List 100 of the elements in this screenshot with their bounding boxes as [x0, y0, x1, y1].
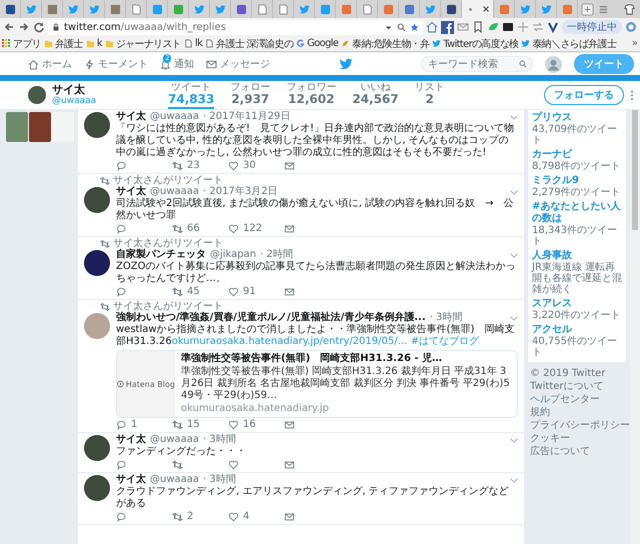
profile-icon[interactable]: [623, 2, 636, 16]
link[interactable]: okumuraosaka.hatenadiary.jp/entry/2019/05/…: [172, 336, 408, 347]
new-tab-icon[interactable]: [581, 2, 594, 16]
trend-link[interactable]: プリウス: [532, 112, 622, 124]
tweet-time[interactable]: · 2017年3月2日: [203, 186, 278, 198]
trend-link[interactable]: カーナビ: [532, 149, 622, 161]
author-name[interactable]: サイ太: [116, 186, 146, 198]
retweet-action[interactable]: 66: [172, 223, 228, 234]
nav-link[interactable]: モーメント: [84, 57, 148, 71]
tweet-time[interactable]: · 2017年11月29日: [203, 111, 290, 123]
like-action[interactable]: 91: [228, 286, 284, 297]
envelope-icon[interactable]: [284, 224, 295, 234]
chevron-icon[interactable]: [510, 438, 518, 442]
v-icon[interactable]: [547, 21, 559, 33]
bookmark-item[interactable]: 泰納:危険生物・弁: [341, 36, 430, 50]
envelope-icon[interactable]: [284, 420, 295, 430]
avatar-photo[interactable]: [84, 435, 110, 461]
trend-link[interactable]: ミラクル9: [532, 175, 622, 187]
like-action[interactable]: 30: [228, 160, 284, 171]
chevron-icon[interactable]: [510, 316, 518, 320]
avatar-photo[interactable]: [84, 112, 110, 138]
tweet-time[interactable]: · 2時間: [260, 249, 293, 261]
author-handle[interactable]: @uwaaaa: [150, 434, 200, 446]
bookmark-item[interactable]: アプリ: [2, 36, 41, 50]
chevron-icon[interactable]: [510, 190, 518, 194]
search-icon[interactable]: [397, 22, 406, 32]
scrollbar-thumb[interactable]: [632, 110, 638, 230]
chevron-icon[interactable]: [510, 252, 518, 258]
avatar-photo[interactable]: [84, 475, 110, 501]
address-field[interactable]: twitter.com/uwaaaa/with_replies: [48, 20, 423, 34]
author-name[interactable]: サイ太: [116, 111, 146, 123]
author-handle[interactable]: @uwaaaa: [150, 474, 200, 486]
stat-tab[interactable]: フォロー 2,937: [230, 81, 270, 109]
trend-link[interactable]: 人身事故: [532, 250, 622, 262]
bookmark-item[interactable]: Google: [296, 38, 338, 49]
nav-link[interactable]: メッセージ: [206, 57, 270, 71]
avatar-photo[interactable]: [84, 250, 110, 276]
bookmark-item[interactable]: ジャーナリスト: [104, 36, 182, 50]
avatar-photo[interactable]: [84, 187, 110, 213]
stat-tab[interactable]: フォロワー 12,602: [286, 81, 336, 109]
author-handle[interactable]: @uwaaaa: [150, 111, 200, 123]
tweet-time[interactable]: · 3時間: [430, 312, 462, 324]
bookmark-item[interactable]: 弁護士: [44, 36, 83, 50]
footer-link[interactable]: 広告について: [530, 446, 590, 458]
star-icon[interactable]: [410, 22, 419, 32]
retweet-action[interactable]: 23: [172, 160, 228, 171]
tweet-button[interactable]: ツイート: [574, 54, 634, 74]
follow-button[interactable]: フォローする: [544, 85, 624, 105]
close-icon[interactable]: [482, 5, 490, 13]
envelope-icon[interactable]: [284, 160, 295, 170]
retweet-action[interactable]: 45: [172, 286, 228, 297]
extension-icon[interactable]: [502, 21, 514, 33]
author-handle[interactable]: @uwaaaa: [150, 186, 200, 198]
footer-link[interactable]: プライバシーポリシー: [530, 420, 630, 432]
chevron-icon[interactable]: [510, 114, 518, 120]
account-icon[interactable]: [625, 21, 637, 33]
bookmark-item[interactable]: k: [86, 38, 102, 49]
stat-tab[interactable]: いいね 24,567: [352, 81, 399, 109]
trend-link[interactable]: アクセル: [532, 324, 622, 336]
bookmark-item[interactable]: Twitterの高度な検: [432, 36, 518, 50]
search-field[interactable]: キーワード検索: [421, 56, 533, 72]
footer-link[interactable]: Twitterについて: [530, 381, 604, 393]
footer-link[interactable]: クッキー: [530, 433, 570, 445]
avatar-icon[interactable]: [545, 56, 562, 72]
chevron-icon[interactable]: [510, 478, 518, 482]
link-card[interactable]: Hatena Blog 準強制性交等被告事件(無罪) 岡崎支部H31.3.26 - 児… 準強制性交等被告事件(無罪) 岡崎支部H31.3.26 裁判年月日 平成31年 3月26日 裁判所名 名古屋地裁岡崎支部 裁判区分 判決 事件番号 平29(わ)549号・平29(わ)59… okumuraosaka.hatenadiary.jp: [116, 350, 518, 418]
browser-tab[interactable]: [462, 0, 494, 18]
reply-action[interactable]: 1: [116, 419, 172, 430]
more-icon[interactable]: [630, 90, 634, 100]
extension-icon[interactable]: [441, 20, 454, 34]
like-action[interactable]: 122: [228, 223, 284, 234]
author-name[interactable]: サイ太: [116, 474, 146, 486]
retweet-action[interactable]: 2: [172, 511, 228, 522]
scrollbar[interactable]: [630, 110, 640, 544]
footer-link[interactable]: 規約: [530, 407, 550, 419]
stat-tab[interactable]: リスト 2: [414, 81, 445, 109]
author-name[interactable]: 自家製パンチェッタ: [116, 249, 206, 261]
tweet-time[interactable]: · 3時間: [203, 434, 236, 446]
nav-link[interactable]: ホーム: [28, 57, 72, 71]
tweet-time[interactable]: · 3時間: [203, 474, 236, 486]
bookmark-item[interactable]: 弁護士 深澤諭史の: [205, 36, 294, 50]
author-handle[interactable]: @jikapan: [210, 249, 256, 261]
envelope-icon[interactable]: [284, 460, 295, 470]
trend-link[interactable]: #あなたとしたい人の数は: [532, 201, 622, 225]
trend-link[interactable]: スアレス: [532, 298, 622, 310]
author-name[interactable]: サイ太: [116, 434, 146, 446]
bird-logo-icon[interactable]: [338, 57, 352, 71]
reload-icon[interactable]: [33, 21, 45, 33]
back-icon[interactable]: [3, 21, 15, 33]
bookmark-item[interactable]: lk: [184, 38, 202, 49]
envelope-icon[interactable]: [284, 286, 295, 296]
bookmark-icon[interactable]: [472, 21, 484, 33]
hashtag-link[interactable]: #はてなブログ: [410, 336, 480, 347]
author-name[interactable]: 強制わいせつ/準強姦/買春/児童ポルノ/児童福祉法/青少年条例弁護...: [116, 312, 426, 324]
more-bookmarks[interactable]: »: [632, 38, 638, 49]
forward-icon[interactable]: [18, 21, 30, 33]
like-action[interactable]: 16: [228, 419, 284, 430]
home-icon[interactable]: [426, 21, 438, 33]
envelope-icon[interactable]: [284, 512, 295, 522]
footer-link[interactable]: ヘルプセンター: [530, 394, 600, 406]
